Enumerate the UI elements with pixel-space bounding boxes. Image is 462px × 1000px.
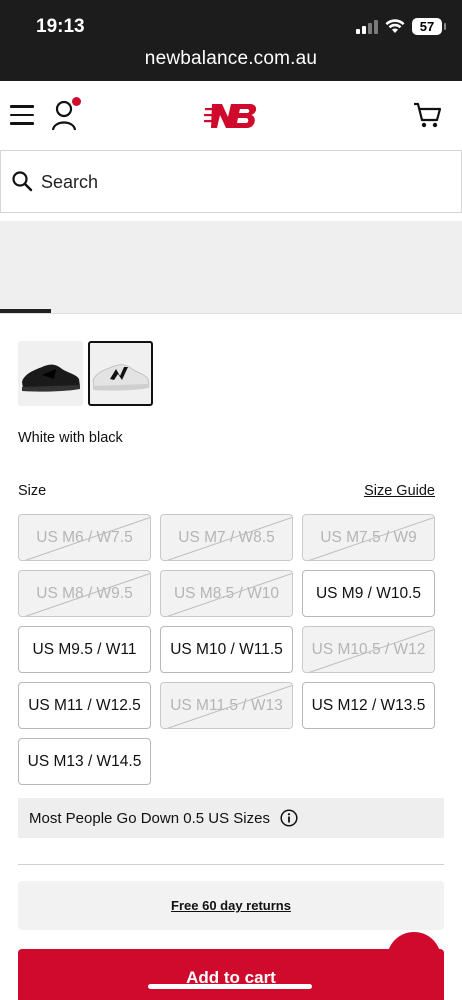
chat-button[interactable] <box>387 932 441 986</box>
black-shoe-thumbnail <box>22 364 80 392</box>
cart-icon[interactable] <box>412 101 442 129</box>
free-returns-link[interactable]: Free 60 day returns <box>18 881 444 930</box>
menu-icon[interactable] <box>10 105 34 125</box>
size-option: US M8.5 / W10 <box>160 570 293 617</box>
size-option[interactable]: US M9.5 / W11 <box>18 626 151 673</box>
size-option[interactable]: US M11 / W12.5 <box>18 682 151 729</box>
home-indicator <box>148 984 312 989</box>
size-guide-link[interactable]: Size Guide <box>364 483 435 499</box>
notification-dot <box>72 97 81 106</box>
size-option[interactable]: US M10 / W11.5 <box>160 626 293 673</box>
address-bar-url[interactable]: newbalance.com.au <box>0 48 462 70</box>
product-image-carousel[interactable] <box>0 221 462 313</box>
account-icon[interactable] <box>51 97 81 131</box>
site-header <box>0 81 462 150</box>
wifi-icon <box>385 19 405 33</box>
size-option[interactable]: US M9 / W10.5 <box>302 570 435 617</box>
size-label: Size <box>18 483 47 499</box>
size-option: US M7.5 / W9 <box>302 514 435 561</box>
fit-advice: Most People Go Down 0.5 US Sizes <box>18 798 444 838</box>
size-option: US M10.5 / W12 <box>302 626 435 673</box>
white-shoe-thumbnail <box>92 364 150 391</box>
color-swatch-white-black[interactable] <box>88 341 153 406</box>
size-grid: US M6 / W7.5 US M7 / W8.5 US M7.5 / W9 US M… <box>18 514 435 785</box>
add-to-cart-button[interactable]: Add to cart <box>18 949 444 1000</box>
browser-top-bar: 19:13 57 newbalance.com.au <box>0 0 462 81</box>
selected-color-name: White with black <box>18 430 123 446</box>
size-option[interactable]: US M12 / W13.5 <box>302 682 435 729</box>
cellular-signal-icon <box>356 19 378 34</box>
status-icons: 57 <box>356 18 446 35</box>
size-option: US M8 / W9.5 <box>18 570 151 617</box>
size-option: US M7 / W8.5 <box>160 514 293 561</box>
divider <box>0 313 462 314</box>
info-icon[interactable] <box>280 809 298 827</box>
color-swatch-black[interactable] <box>18 341 83 406</box>
status-time: 19:13 <box>36 16 85 37</box>
divider <box>18 864 444 865</box>
fit-advice-text: Most People Go Down 0.5 US Sizes <box>29 809 270 827</box>
size-option: US M11.5 / W13 <box>160 682 293 729</box>
search-input[interactable] <box>41 169 421 195</box>
size-option[interactable]: US M13 / W14.5 <box>18 738 151 785</box>
search-bar[interactable] <box>0 150 462 213</box>
size-option: US M6 / W7.5 <box>18 514 151 561</box>
new-balance-logo[interactable] <box>203 101 260 131</box>
search-icon[interactable] <box>11 170 33 192</box>
battery-icon: 57 <box>412 18 446 35</box>
